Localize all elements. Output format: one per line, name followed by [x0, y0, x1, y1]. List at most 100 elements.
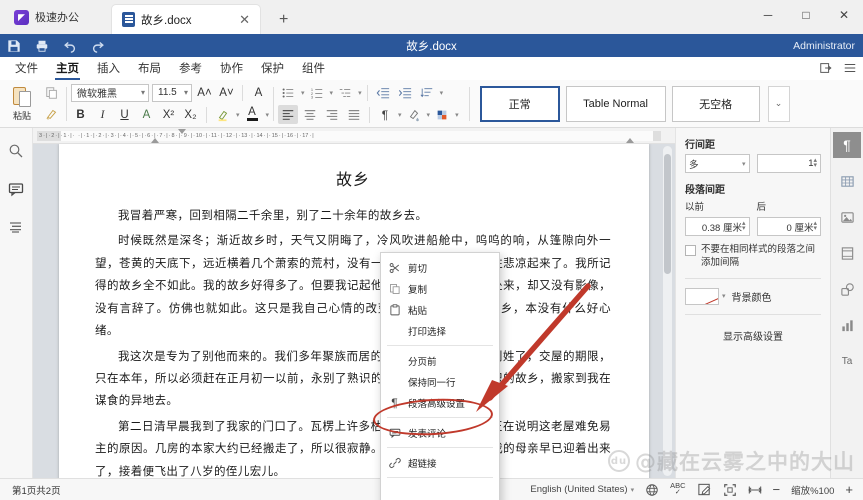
- format-painter-icon[interactable]: [42, 105, 62, 123]
- line-spacing-mode-select[interactable]: 多 ▾: [685, 154, 750, 173]
- chevron-down-icon[interactable]: ▾: [440, 89, 444, 97]
- globe-icon[interactable]: [645, 483, 659, 497]
- chevron-down-icon[interactable]: ▾: [427, 111, 431, 119]
- same-style-spacing-row[interactable]: 不要在相同样式的段落之间添加间隔: [685, 244, 821, 270]
- close-window-button[interactable]: ✕: [825, 0, 863, 30]
- styles-more-button[interactable]: ⌄: [767, 85, 790, 122]
- zoom-out-button[interactable]: −: [773, 482, 781, 497]
- subscript-button[interactable]: X₂: [181, 105, 200, 124]
- new-tab-button[interactable]: +: [273, 12, 294, 28]
- menu-tab-plugins[interactable]: 组件: [293, 58, 334, 79]
- bullet-list-button[interactable]: [278, 83, 298, 102]
- search-icon[interactable]: [4, 140, 28, 162]
- document-page[interactable]: 故乡 我冒着严寒，回到相隔二千余里，别了二十余年的故乡去。 时候既然是深冬；渐近…: [59, 144, 649, 478]
- chevron-down-icon[interactable]: ▾: [236, 111, 240, 119]
- outline-icon[interactable]: [4, 216, 28, 238]
- chevron-down-icon[interactable]: ▾: [358, 89, 362, 97]
- close-tab-icon[interactable]: ✕: [237, 13, 252, 26]
- spinner-icon[interactable]: ▴ ▾: [813, 220, 817, 232]
- page-count-label[interactable]: 第1页共2页: [12, 483, 61, 497]
- font-color-button[interactable]: A: [243, 105, 262, 124]
- align-left-button[interactable]: [278, 105, 299, 124]
- chevron-down-icon[interactable]: ▾: [330, 89, 334, 97]
- align-right-button[interactable]: [322, 105, 342, 124]
- context-menu-item-page-break-before[interactable]: 分页前: [381, 350, 499, 371]
- undo-icon[interactable]: [56, 34, 84, 57]
- paste-button[interactable]: 粘贴: [4, 85, 40, 122]
- table-icon[interactable]: [833, 168, 861, 194]
- vertical-scrollbar[interactable]: [663, 146, 672, 476]
- shading-button[interactable]: [404, 105, 424, 124]
- underline-button[interactable]: U: [115, 105, 134, 124]
- context-menu-item-paragraph-advanced-settings[interactable]: ¶ 段落高级设置: [381, 392, 499, 413]
- menu-tab-references[interactable]: 参考: [170, 58, 211, 79]
- multilevel-list-button[interactable]: [335, 83, 355, 102]
- menu-tab-file[interactable]: 文件: [6, 58, 47, 79]
- decrease-indent-button[interactable]: [373, 83, 393, 102]
- superscript-button[interactable]: X²: [159, 105, 178, 124]
- show-formatting-marks-button[interactable]: ¶: [375, 105, 395, 124]
- show-advanced-settings-button[interactable]: 显示高级设置: [685, 324, 821, 347]
- right-indent-marker[interactable]: [626, 138, 634, 143]
- zoom-in-button[interactable]: +: [845, 482, 853, 497]
- chevron-down-icon[interactable]: ▾: [631, 486, 635, 494]
- increase-indent-button[interactable]: [395, 83, 415, 102]
- strikethrough-button[interactable]: A: [137, 105, 156, 124]
- style-normal[interactable]: 正常: [479, 85, 560, 122]
- context-menu-item-hyperlink[interactable]: 超链接: [381, 452, 499, 473]
- hamburger-icon[interactable]: [843, 61, 857, 75]
- numbered-list-button[interactable]: 123: [307, 83, 327, 102]
- highlight-color-button[interactable]: [213, 105, 232, 124]
- italic-button[interactable]: I: [93, 105, 112, 124]
- chevron-down-icon[interactable]: ▾: [722, 292, 726, 300]
- track-changes-icon[interactable]: [697, 482, 712, 497]
- context-menu-item-add-comment[interactable]: 发表评论: [381, 422, 499, 443]
- menu-tab-insert[interactable]: 插入: [88, 58, 129, 79]
- zoom-level-label[interactable]: 缩放%100: [791, 483, 834, 497]
- bold-button[interactable]: B: [71, 105, 90, 124]
- user-label[interactable]: Administrator: [793, 40, 855, 52]
- increase-font-size-button[interactable]: A˄: [195, 83, 214, 102]
- style-table-normal[interactable]: Table Normal: [565, 85, 666, 122]
- spinner-icon[interactable]: ▴ ▾: [813, 157, 817, 169]
- text-art-icon[interactable]: Ta: [833, 348, 861, 374]
- decrease-font-size-button[interactable]: A˅: [217, 83, 236, 102]
- redo-icon[interactable]: [84, 34, 112, 57]
- spinner-icon[interactable]: ▴ ▾: [742, 220, 746, 232]
- menu-tab-protect[interactable]: 保护: [252, 58, 293, 79]
- font-size-input[interactable]: 11.5 ▾: [152, 83, 192, 102]
- copy-icon[interactable]: [42, 84, 62, 102]
- menu-tab-collaboration[interactable]: 协作: [211, 58, 252, 79]
- align-justify-button[interactable]: [344, 105, 364, 124]
- document-tab[interactable]: 故乡.docx ✕: [111, 4, 261, 34]
- spacing-after-input[interactable]: 0 厘米 ▴ ▾: [756, 217, 821, 236]
- share-icon[interactable]: [819, 61, 833, 75]
- app-brand-chip[interactable]: ◤ 极速办公: [10, 4, 89, 30]
- save-icon[interactable]: [0, 34, 28, 57]
- abc-check-icon[interactable]: ABC ✓: [670, 482, 685, 496]
- first-line-indent-marker[interactable]: [178, 129, 186, 134]
- spacing-before-input[interactable]: 0.38 厘米 ▴ ▾: [685, 217, 750, 236]
- borders-button[interactable]: [432, 105, 452, 124]
- context-menu-item-print-selection[interactable]: 打印选择: [381, 320, 499, 341]
- fit-page-icon[interactable]: [723, 483, 737, 497]
- background-color-swatch[interactable]: [685, 287, 719, 305]
- context-menu-item-paste[interactable]: 粘贴: [381, 299, 499, 320]
- context-menu-item-format-as-style[interactable]: [381, 482, 499, 500]
- maximize-button[interactable]: □: [787, 0, 825, 30]
- comment-icon[interactable]: [4, 178, 28, 200]
- chevron-down-icon[interactable]: ▾: [398, 111, 402, 119]
- left-indent-marker[interactable]: [151, 138, 159, 143]
- scrollbar-thumb[interactable]: [664, 154, 671, 274]
- minimize-button[interactable]: ─: [749, 0, 787, 30]
- chevron-down-icon[interactable]: ▾: [266, 111, 270, 119]
- chart-icon[interactable]: [833, 312, 861, 338]
- shapes-icon[interactable]: [833, 276, 861, 302]
- context-menu-item-keep-lines-together[interactable]: 保持同一行: [381, 371, 499, 392]
- font-name-input[interactable]: 微软雅黑 ▾: [71, 83, 149, 102]
- chevron-down-icon[interactable]: ▾: [301, 89, 305, 97]
- paragraph-icon[interactable]: ¶: [833, 132, 861, 158]
- menu-tab-layout[interactable]: 布局: [129, 58, 170, 79]
- line-spacing-value-input[interactable]: 1 ▴ ▾: [756, 154, 821, 173]
- sort-button[interactable]: [417, 83, 437, 102]
